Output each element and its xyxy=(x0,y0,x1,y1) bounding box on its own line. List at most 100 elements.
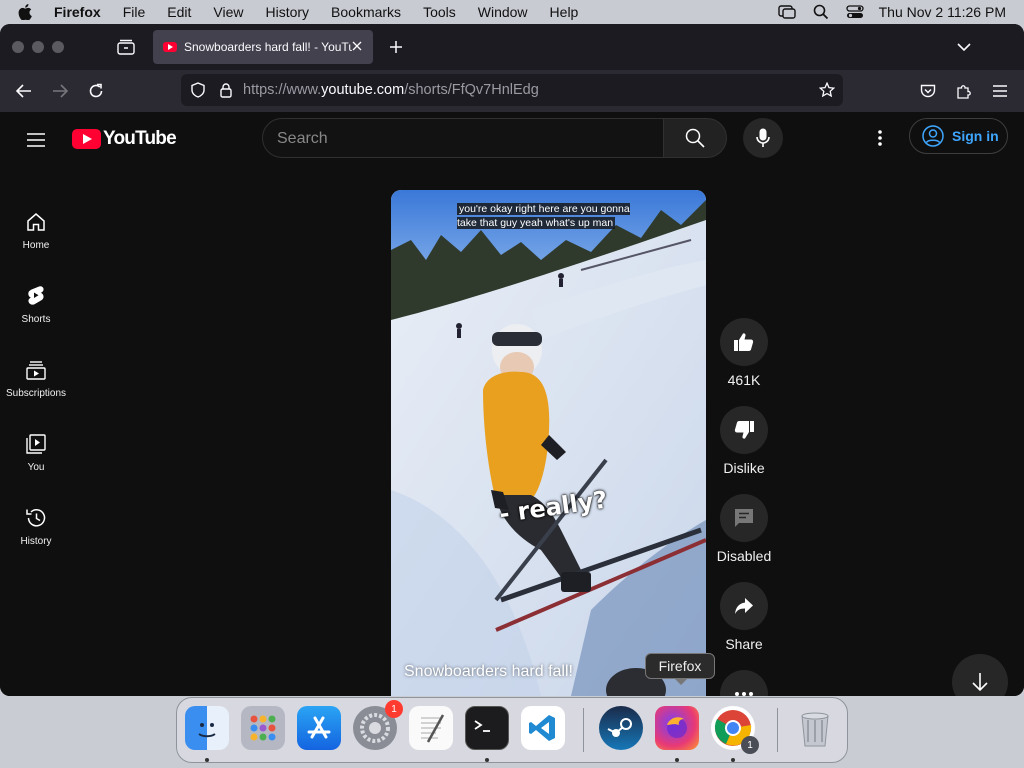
control-center-icon[interactable] xyxy=(845,4,865,20)
url-bar[interactable]: https://www.youtube.com/shorts/FfQv7HnlE… xyxy=(181,74,843,106)
dock: 1 1 xyxy=(176,697,848,763)
menubar-clock[interactable]: Thu Nov 2 11:26 PM xyxy=(879,4,1006,20)
settings-notification-badge: 1 xyxy=(385,700,403,718)
window-zoom-button[interactable] xyxy=(52,41,64,53)
url-path: /shorts/FfQv7HnlEdg xyxy=(404,82,539,98)
shorts-video-player[interactable]: you're okay right here are you gonna tak… xyxy=(391,190,706,696)
trash-icon[interactable] xyxy=(793,706,837,750)
guide-menu-icon[interactable] xyxy=(24,128,48,152)
firefox-view-icon[interactable] xyxy=(114,35,138,59)
home-icon xyxy=(24,210,48,234)
sidebar-item-history[interactable]: History xyxy=(0,498,72,558)
share-button[interactable]: Share xyxy=(716,582,772,652)
extensions-puzzle-icon[interactable] xyxy=(952,79,976,103)
sign-in-label: Sign in xyxy=(952,128,999,144)
dislike-circle[interactable] xyxy=(720,406,768,454)
search-icon xyxy=(685,128,705,148)
youtube-favicon-icon xyxy=(163,42,177,52)
microphone-icon xyxy=(756,128,770,147)
dock-separator xyxy=(583,708,584,752)
settings-more-vert-icon[interactable] xyxy=(868,126,892,150)
navigation-toolbar: https://www.youtube.com/shorts/FfQv7HnlE… xyxy=(0,70,1024,112)
terminal-icon[interactable] xyxy=(465,706,509,750)
window-minimize-button[interactable] xyxy=(32,41,44,53)
comment-icon xyxy=(735,509,753,527)
steam-icon[interactable] xyxy=(599,706,643,750)
tab-youtube[interactable]: Snowboarders hard fall! - YouTube xyxy=(153,30,373,64)
comments-button[interactable]: Disabled xyxy=(716,494,772,564)
tracking-protection-shield-icon[interactable] xyxy=(186,78,210,102)
like-circle[interactable] xyxy=(720,318,768,366)
reload-icon[interactable] xyxy=(84,79,108,103)
share-circle[interactable] xyxy=(720,582,768,630)
vscode-icon[interactable] xyxy=(521,706,565,750)
voice-search-button[interactable] xyxy=(743,118,783,158)
dock-tooltip: Firefox xyxy=(645,653,715,685)
dislike-button[interactable]: Dislike xyxy=(716,406,772,476)
menu-bar: Firefox File Edit View History Bookmarks… xyxy=(0,0,1024,24)
you-icon xyxy=(24,432,48,456)
apple-menu-icon[interactable] xyxy=(18,0,38,24)
chrome-running-indicator xyxy=(731,758,735,762)
sidebar-item-label: Subscriptions xyxy=(5,388,67,399)
spotlight-search-icon[interactable] xyxy=(811,4,831,20)
history-icon xyxy=(24,506,48,530)
sidebar-item-subscriptions[interactable]: Subscriptions xyxy=(0,350,72,410)
forward-arrow-icon[interactable] xyxy=(48,79,72,103)
menu-tools[interactable]: Tools xyxy=(423,4,456,20)
menu-history[interactable]: History xyxy=(265,4,309,20)
launchpad-icon[interactable] xyxy=(241,706,285,750)
firefox-window: Snowboarders hard fall! - YouTube https:… xyxy=(0,24,1024,696)
arrow-down-icon xyxy=(972,673,988,692)
comments-disabled-label: Disabled xyxy=(716,548,772,564)
share-label: Share xyxy=(725,636,763,652)
menu-edit[interactable]: Edit xyxy=(167,4,191,20)
sidebar-item-label: History xyxy=(20,536,52,547)
firefox-dock-icon[interactable] xyxy=(655,706,699,750)
video-title[interactable]: Snowboarders hard fall! xyxy=(404,663,573,681)
back-arrow-icon[interactable] xyxy=(12,79,36,103)
chrome-profile-badge: 1 xyxy=(741,736,759,754)
closed-caption-text: you're okay right here are you gonna tak… xyxy=(457,203,630,229)
textedit-icon[interactable] xyxy=(409,706,453,750)
sidebar-item-home[interactable]: Home xyxy=(0,202,72,262)
system-settings-icon[interactable]: 1 xyxy=(353,700,403,750)
bookmark-star-icon[interactable] xyxy=(815,78,839,102)
finder-icon[interactable] xyxy=(185,706,229,750)
menu-bookmarks[interactable]: Bookmarks xyxy=(331,4,401,20)
more-horizontal-icon[interactable] xyxy=(720,670,768,696)
next-video-button[interactable] xyxy=(952,654,1008,696)
youtube-logo[interactable]: YouTube xyxy=(72,128,177,150)
search-button[interactable] xyxy=(663,118,727,158)
like-count: 461K xyxy=(727,372,761,388)
menu-window[interactable]: Window xyxy=(478,4,528,20)
thumbs-down-icon xyxy=(734,421,754,439)
more-actions-button[interactable] xyxy=(716,670,772,696)
search-box xyxy=(262,118,664,158)
lock-icon[interactable] xyxy=(214,78,238,102)
menu-file[interactable]: File xyxy=(123,4,146,20)
menu-view[interactable]: View xyxy=(213,4,243,20)
sign-in-button[interactable]: Sign in xyxy=(909,118,1008,154)
app-menu-hamburger-icon[interactable] xyxy=(988,79,1012,103)
comments-circle[interactable] xyxy=(720,494,768,542)
sidebar-item-label: Home xyxy=(22,240,50,251)
list-all-tabs-chevron-down-icon[interactable] xyxy=(952,35,976,59)
tab-close-icon[interactable] xyxy=(349,38,365,54)
menu-help[interactable]: Help xyxy=(550,4,579,20)
sidebar-item-shorts[interactable]: Shorts xyxy=(0,276,72,336)
url-text[interactable]: https://www.youtube.com/shorts/FfQv7HnlE… xyxy=(243,82,539,98)
window-close-button[interactable] xyxy=(12,41,24,53)
menu-app-firefox[interactable]: Firefox xyxy=(54,4,101,20)
like-button[interactable]: 461K xyxy=(716,318,772,388)
google-chrome-icon[interactable]: 1 xyxy=(711,706,759,754)
search-input[interactable] xyxy=(277,128,647,150)
new-tab-icon[interactable] xyxy=(384,35,408,59)
app-store-icon[interactable] xyxy=(297,706,341,750)
tab-bar: Snowboarders hard fall! - YouTube xyxy=(0,24,1024,70)
sidebar-item-you[interactable]: You xyxy=(0,424,72,484)
closed-caption: you're okay right here are you gonna tak… xyxy=(457,202,633,230)
url-domain: youtube.com xyxy=(321,82,405,98)
pocket-icon[interactable] xyxy=(916,79,940,103)
screen-mirroring-icon[interactable] xyxy=(777,4,797,20)
